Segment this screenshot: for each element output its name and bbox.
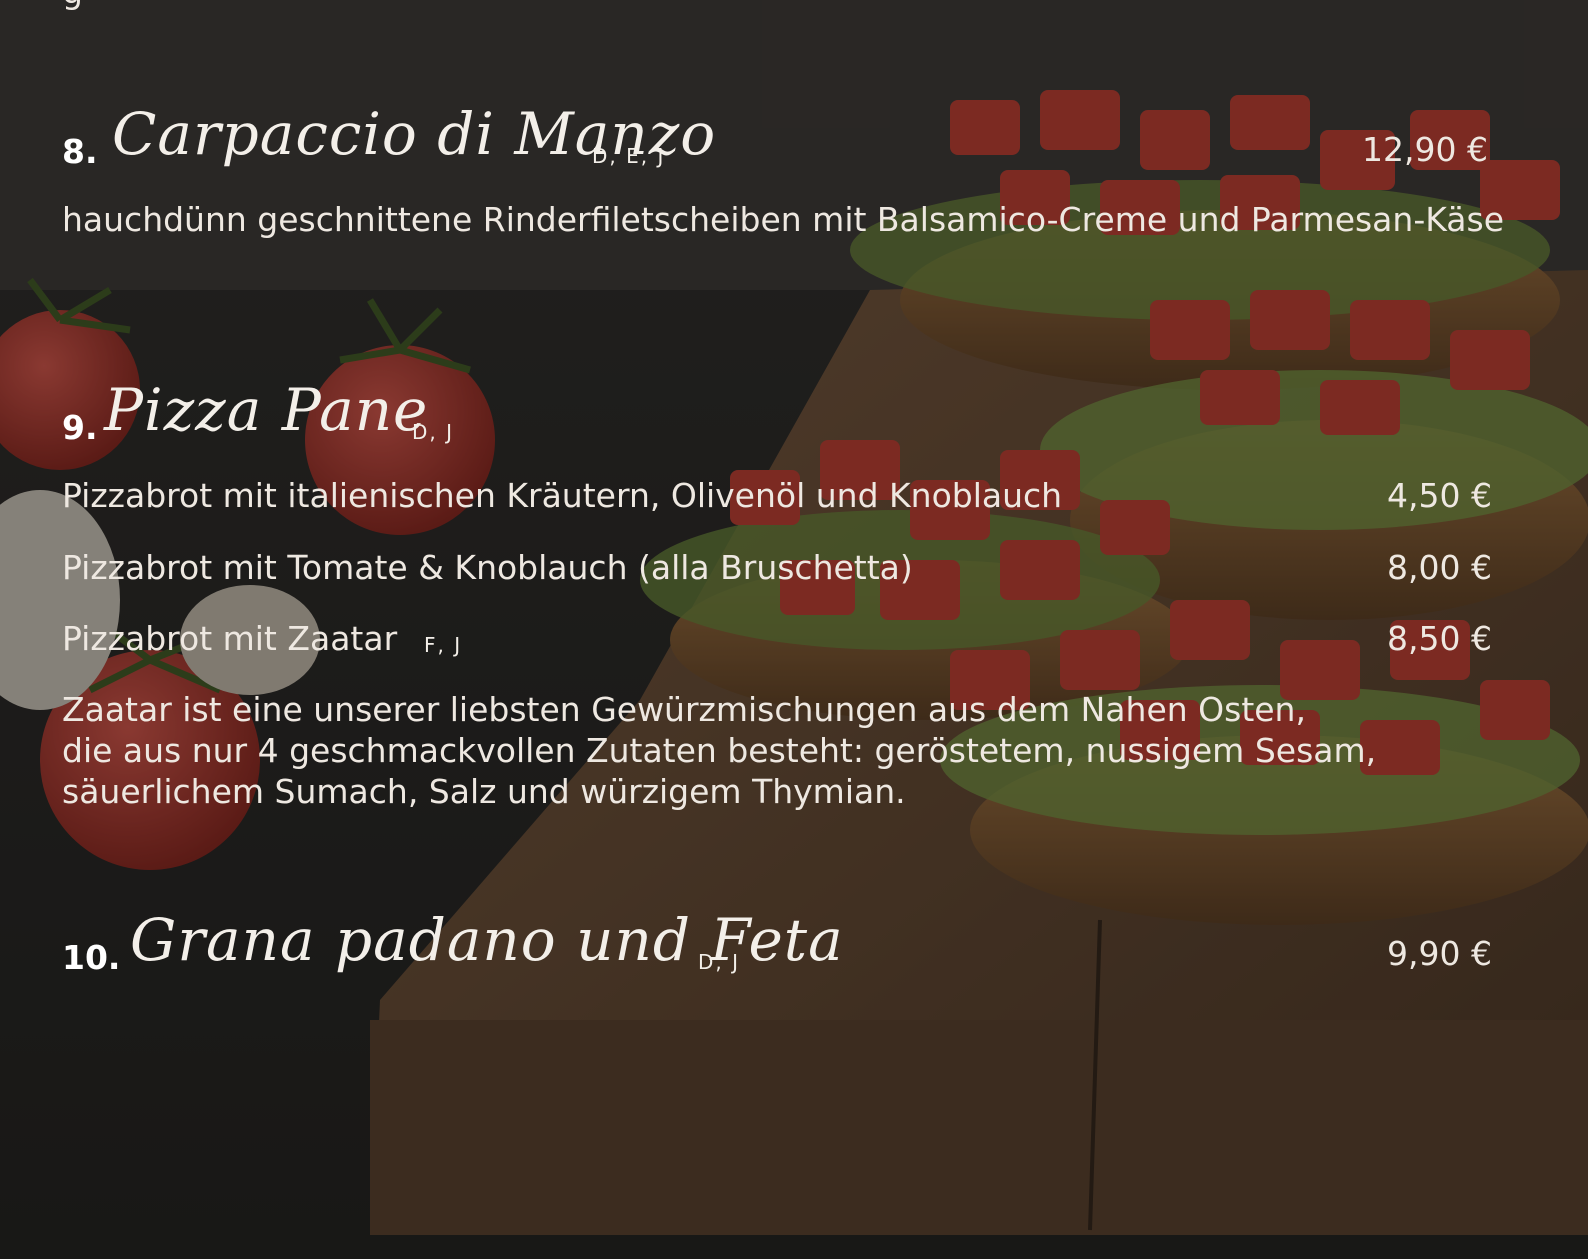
allergen-codes: D, J xyxy=(698,950,741,974)
item-number: 10. xyxy=(62,938,121,977)
allergen-codes: D, E, J xyxy=(592,144,666,168)
cut-off-text: g xyxy=(62,0,83,11)
item-number: 9. xyxy=(62,408,98,447)
item-description: hauchdünn geschnittene Rinderfiletscheib… xyxy=(62,200,1505,239)
variant-label: Pizzabrot mit Tomate & Knoblauch (alla B… xyxy=(62,548,913,587)
note-line: die aus nur 4 geschmackvollen Zutaten be… xyxy=(62,731,1377,770)
zaatar-note: Zaatar ist eine unserer liebsten Gewürzm… xyxy=(62,689,1442,812)
item-title: Pizza Pane xyxy=(104,376,429,444)
item-number: 8. xyxy=(62,132,98,171)
menu-page: g 8. Carpaccio di Manzo D, E, J 12,90 € … xyxy=(0,0,1588,1259)
allergen-codes: D, J xyxy=(412,420,455,444)
variant-price: 8,50 € xyxy=(1387,619,1492,658)
variant-price: 8,00 € xyxy=(1387,548,1492,587)
variant-label: Pizzabrot mit italienischen Kräutern, Ol… xyxy=(62,476,1063,515)
note-line: Zaatar ist eine unserer liebsten Gewürzm… xyxy=(62,690,1306,729)
allergen-codes: F, J xyxy=(424,633,463,657)
note-line: säuerlichem Sumach, Salz und würzigem Th… xyxy=(62,772,906,811)
item-price: 9,90 € xyxy=(1387,934,1492,973)
variant-label: Pizzabrot mit Zaatar xyxy=(62,619,398,658)
item-price: 12,90 € xyxy=(1362,130,1488,169)
variant-price: 4,50 € xyxy=(1387,476,1492,515)
